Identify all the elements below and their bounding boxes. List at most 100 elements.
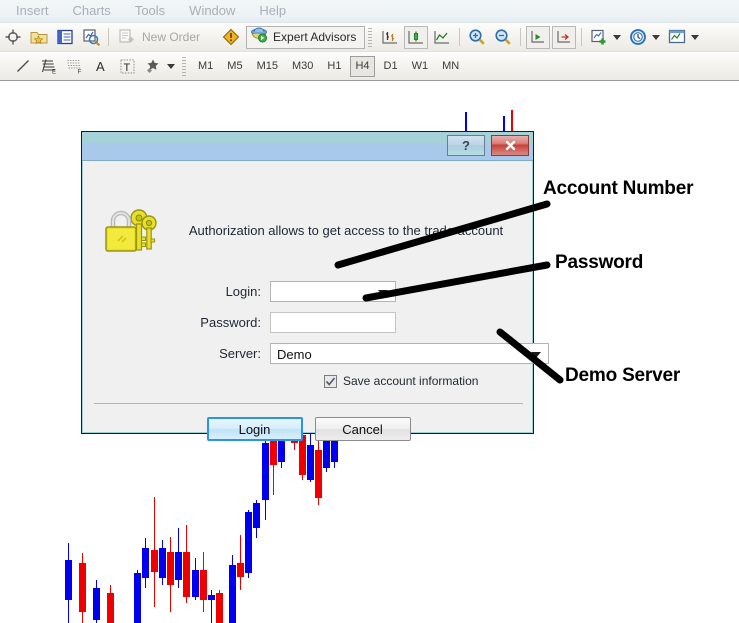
candlestick: [315, 432, 322, 505]
candlestick-chart-icon[interactable]: [404, 25, 429, 49]
server-field-row: Server: Demo: [180, 343, 549, 364]
auto-scroll-icon[interactable]: [526, 25, 551, 49]
menu-item-window[interactable]: Window: [177, 1, 247, 21]
data-window-icon[interactable]: [53, 26, 77, 49]
help-button[interactable]: ?: [447, 135, 485, 156]
dialog-body: Authorization allows to get access to th…: [82, 161, 549, 441]
menu-bar: Insert Charts Tools Window Help: [0, 0, 739, 23]
templates-icon[interactable]: [665, 26, 689, 49]
candlestick: [262, 435, 269, 520]
cancel-button[interactable]: Cancel: [314, 417, 411, 441]
password-field-row: Password:: [180, 312, 396, 333]
svg-text:T: T: [123, 62, 130, 74]
toolbar-separator: [108, 28, 109, 46]
candlestick-wick: [465, 112, 467, 131]
candlestick: [245, 510, 252, 578]
chevron-down-icon[interactable]: [531, 351, 541, 358]
login-label: Login:: [225, 284, 261, 299]
toolbar-grip[interactable]: [182, 56, 186, 76]
timeframe-m5[interactable]: M5: [222, 56, 247, 77]
padlock-keys-icon: [102, 205, 160, 257]
candlestick: [183, 525, 190, 603]
navigator-search-icon[interactable]: [79, 26, 103, 49]
menu-item-charts[interactable]: Charts: [61, 1, 123, 21]
candlestick: [208, 590, 215, 623]
password-label: Password:: [200, 315, 261, 330]
menu-item-insert[interactable]: Insert: [4, 1, 61, 21]
chevron-down-icon[interactable]: [613, 34, 622, 40]
new-order-icon: [114, 26, 138, 49]
server-selected-value: Demo: [277, 347, 312, 362]
candlestick: [142, 538, 149, 588]
annotation-account-number: Account Number: [543, 178, 694, 199]
alert-diamond-icon[interactable]: [219, 26, 243, 49]
text-box-icon[interactable]: T: [115, 55, 139, 78]
chevron-down-icon[interactable]: [167, 63, 175, 69]
expert-advisors-label: Expert Advisors: [273, 30, 357, 44]
save-account-checkbox[interactable]: [324, 374, 337, 388]
chevron-down-icon[interactable]: [691, 34, 700, 40]
login-dialog[interactable]: ? Authorization allows to get access to …: [81, 131, 549, 441]
candlestick: [237, 535, 244, 590]
annotation-password: Password: [555, 252, 644, 273]
shapes-icon[interactable]: [141, 55, 165, 78]
crosshair-icon[interactable]: [1, 26, 25, 49]
channel-icon[interactable]: F: [63, 55, 87, 78]
toolbar-grip[interactable]: [368, 27, 373, 47]
timeframe-w1[interactable]: W1: [407, 56, 434, 77]
candlestick: [216, 590, 223, 623]
open-chart-favorites-icon[interactable]: [27, 26, 51, 49]
toolbar-separator: [459, 28, 461, 46]
candlestick: [175, 528, 182, 588]
menu-item-help[interactable]: Help: [247, 1, 298, 21]
menu-item-tools[interactable]: Tools: [123, 1, 177, 21]
server-select[interactable]: Demo: [270, 343, 549, 364]
add-indicator-icon[interactable]: [587, 26, 611, 49]
candlestick: [167, 537, 174, 612]
expert-advisors-button[interactable]: Expert Advisors: [246, 25, 366, 49]
login-button[interactable]: Login: [206, 417, 303, 441]
close-button[interactable]: [491, 135, 529, 156]
candlestick: [159, 540, 166, 585]
login-input[interactable]: [270, 281, 396, 302]
dialog-divider: [94, 403, 523, 404]
dialog-heading: Authorization allows to get access to th…: [188, 223, 504, 238]
timeframe-mn[interactable]: MN: [437, 56, 464, 77]
fibonacci-icon[interactable]: E: [37, 55, 61, 78]
line-chart-icon[interactable]: [430, 26, 454, 49]
chart-shift-icon[interactable]: [552, 25, 577, 49]
standard-toolbar: New Order Expert Advisors: [0, 23, 739, 52]
zoom-in-icon[interactable]: [465, 26, 489, 49]
candlestick: [253, 500, 260, 538]
svg-text:E: E: [52, 70, 56, 76]
timeframe-d1[interactable]: D1: [379, 56, 403, 77]
dialog-title-bar[interactable]: ?: [82, 132, 533, 161]
dialog-button-row: Login Cancel: [82, 417, 535, 441]
text-label-icon[interactable]: A: [89, 55, 113, 78]
candlestick: [192, 558, 199, 600]
candlestick: [107, 585, 114, 623]
timeframe-m30[interactable]: M30: [287, 56, 318, 77]
timeframe-m15[interactable]: M15: [252, 56, 283, 77]
candlestick: [200, 552, 207, 612]
timeframe-m1[interactable]: M1: [193, 56, 218, 77]
mt4-terminal-window: Insert Charts Tools Window Help New Orde…: [0, 0, 739, 623]
timeframe-h4[interactable]: H4: [350, 55, 375, 77]
password-input[interactable]: [270, 312, 396, 333]
new-order-label[interactable]: New Order: [142, 30, 200, 44]
cursor-line-icon[interactable]: [11, 55, 35, 78]
check-icon: [325, 376, 336, 386]
candlestick: [93, 580, 100, 623]
zoom-out-icon[interactable]: [491, 26, 515, 49]
period-clock-icon[interactable]: [626, 26, 650, 49]
chevron-down-icon[interactable]: [378, 289, 388, 296]
candlestick-wick: [503, 116, 505, 131]
svg-text:F: F: [78, 70, 82, 76]
annotation-demo-server: Demo Server: [565, 365, 681, 386]
timeframe-h1[interactable]: H1: [322, 56, 346, 77]
close-icon: [505, 140, 515, 151]
candlestick: [151, 497, 158, 607]
bar-chart-icon[interactable]: [378, 26, 402, 49]
save-account-checkbox-row[interactable]: Save account information: [324, 374, 478, 388]
chevron-down-icon[interactable]: [652, 34, 661, 40]
